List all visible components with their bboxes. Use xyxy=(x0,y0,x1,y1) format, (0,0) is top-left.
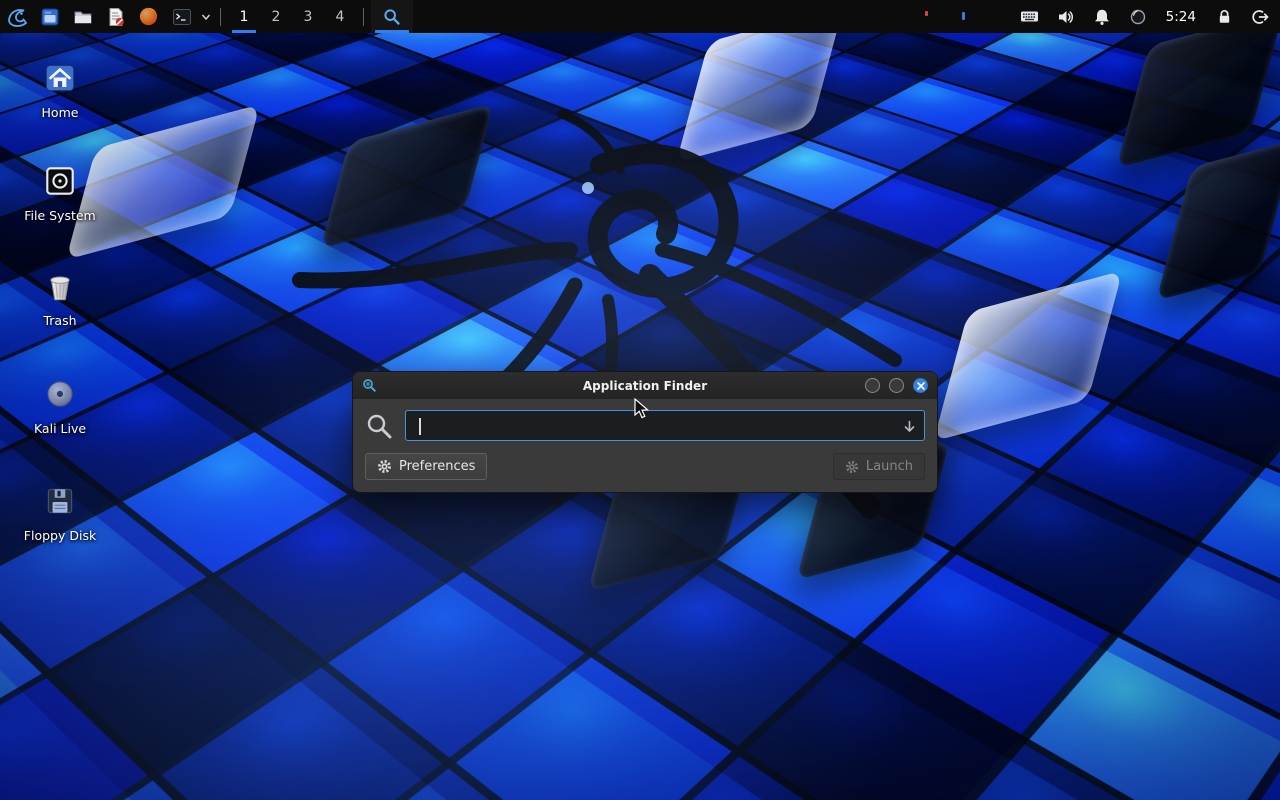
panel-clock[interactable]: 5:24 xyxy=(1164,9,1198,25)
notifications-icon[interactable] xyxy=(1092,0,1112,33)
preferences-button[interactable]: Preferences xyxy=(365,453,487,480)
applications-menu-button[interactable] xyxy=(0,0,33,33)
file-manager-icon xyxy=(40,7,60,27)
terminal-icon xyxy=(172,7,192,27)
desktop-icon-file-system[interactable]: File System xyxy=(15,161,105,223)
desktop-icon-label: Trash xyxy=(15,313,105,328)
desktop-icon-label: Floppy Disk xyxy=(15,528,105,543)
logout-icon xyxy=(1251,8,1269,26)
desktop-icon-kali-live[interactable]: Kali Live xyxy=(15,374,105,436)
close-button[interactable] xyxy=(913,378,928,393)
workspace-4[interactable]: 4 xyxy=(324,0,356,33)
magnifier-icon xyxy=(383,8,401,26)
desktop-icon-home[interactable]: Home xyxy=(15,58,105,120)
logout-button[interactable] xyxy=(1250,0,1270,33)
tray-activity-indicator-red xyxy=(925,11,928,16)
power-manager-icon[interactable] xyxy=(1128,0,1148,33)
panel-separator xyxy=(363,8,364,26)
floppy-disk-icon xyxy=(42,483,78,519)
kali-live-disc-icon xyxy=(42,376,78,412)
file-system-icon xyxy=(42,163,78,199)
desktop-icon-trash[interactable]: Trash xyxy=(15,266,105,328)
folder-icon xyxy=(73,7,93,27)
window-titlebar[interactable]: Application Finder xyxy=(353,372,937,399)
lock-icon xyxy=(1216,8,1233,25)
text-caret xyxy=(419,418,421,435)
folder-launcher[interactable] xyxy=(66,0,99,33)
terminal-dropdown-arrow[interactable] xyxy=(198,0,213,33)
chevron-down-icon xyxy=(201,12,211,22)
workspace-1[interactable]: 1 xyxy=(228,0,260,33)
search-icon xyxy=(365,412,393,440)
workspace-2[interactable]: 2 xyxy=(260,0,292,33)
top-panel: 1 2 3 4 xyxy=(0,0,1280,33)
trash-icon xyxy=(42,268,78,304)
preferences-label: Preferences xyxy=(399,459,475,474)
desktop-icon-floppy-disk[interactable]: Floppy Disk xyxy=(15,481,105,543)
window-title: Application Finder xyxy=(353,379,937,393)
volume-icon[interactable] xyxy=(1056,0,1076,33)
file-manager-launcher[interactable] xyxy=(33,0,66,33)
desktop-icon-label: Home xyxy=(15,105,105,120)
close-icon xyxy=(917,382,925,390)
kali-desktop: 1 2 3 4 xyxy=(0,0,1280,800)
tray-activity-indicator-blue xyxy=(962,12,965,20)
terminal-launcher[interactable] xyxy=(165,0,198,33)
minimize-button[interactable] xyxy=(865,378,880,393)
kali-logo-icon xyxy=(6,6,28,28)
search-entry[interactable] xyxy=(405,410,925,441)
text-editor-launcher[interactable] xyxy=(99,0,132,33)
launch-label: Launch xyxy=(866,459,913,474)
desktop-icon-label: Kali Live xyxy=(15,421,105,436)
gear-icon xyxy=(377,459,392,474)
desktop-icon-label: File System xyxy=(15,208,105,223)
workspace-3[interactable]: 3 xyxy=(292,0,324,33)
workspace-switcher: 1 2 3 4 xyxy=(228,0,356,33)
home-folder-icon xyxy=(42,60,78,96)
launch-button[interactable]: Launch xyxy=(833,453,925,480)
firefox-icon xyxy=(138,6,159,27)
search-input[interactable] xyxy=(419,418,896,434)
window-button-application-finder[interactable] xyxy=(371,0,413,33)
keyboard-indicator-icon[interactable] xyxy=(1020,0,1040,33)
launch-icon xyxy=(845,460,859,474)
lock-screen-button[interactable] xyxy=(1214,0,1234,33)
firefox-launcher[interactable] xyxy=(132,0,165,33)
maximize-button[interactable] xyxy=(889,378,904,393)
panel-separator xyxy=(220,8,221,26)
application-finder-window: Application Finder xyxy=(352,371,938,493)
down-arrow-icon[interactable] xyxy=(902,419,917,434)
text-editor-icon xyxy=(106,7,126,27)
